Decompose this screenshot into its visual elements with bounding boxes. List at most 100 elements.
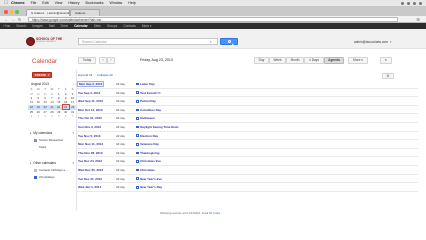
agenda-date[interactable]: Thu Oct 31, 2013: [78, 116, 102, 120]
menu-help[interactable]: Help: [128, 1, 135, 5]
gbar-more[interactable]: More ▾: [142, 24, 152, 28]
mini-calendar-day[interactable]: 1: [28, 114, 35, 118]
back-icon[interactable]: ←: [4, 17, 8, 22]
menu-chrome[interactable]: Chrome: [11, 1, 25, 5]
account-email[interactable]: admin@stuccolabs.com: [354, 40, 388, 44]
mini-calendar-day[interactable]: 3: [42, 114, 49, 118]
view-week-button[interactable]: Week: [269, 57, 286, 64]
gbar-mail[interactable]: Mail: [49, 24, 55, 28]
mini-calendar-day[interactable]: 4: [49, 114, 56, 118]
gbar-calendar[interactable]: Calendar: [74, 24, 88, 28]
today-button[interactable]: Today: [78, 57, 96, 64]
gbar-plus-you[interactable]: +You: [3, 24, 10, 28]
mini-calendar-day[interactable]: 2: [35, 114, 42, 118]
settings-button[interactable]: ⚙: [382, 73, 394, 79]
other-calendars-menu-icon[interactable]: ▾: [72, 161, 74, 165]
calendar-color-swatch[interactable]: [34, 175, 37, 179]
search-button[interactable]: [220, 38, 238, 45]
gbar-images[interactable]: Images: [32, 24, 42, 28]
agenda-date[interactable]: Wed Sep 11, 2013: [78, 99, 103, 103]
agenda-date[interactable]: Mon Oct 14, 2013: [78, 108, 103, 112]
calendar-item-birthdays[interactable]: Contacts' birthdays a...: [34, 168, 67, 172]
prev-button[interactable]: ‹: [99, 57, 107, 64]
next-button[interactable]: ›: [107, 57, 115, 64]
calendar-item-tasks[interactable]: Tasks: [39, 145, 46, 149]
agenda-event[interactable]: Election Day: [136, 134, 158, 138]
view-4days-button[interactable]: 4 Days: [304, 57, 324, 64]
mini-calendar-day[interactable]: 7: [69, 114, 76, 118]
agenda-event[interactable]: Test Event2 !!!: [136, 91, 161, 95]
my-calendars-menu-icon[interactable]: ▾: [72, 131, 74, 135]
more-button[interactable]: More ▾: [348, 57, 368, 64]
view-day-button[interactable]: Day: [254, 57, 269, 64]
view-month-button[interactable]: Month: [286, 57, 304, 64]
menu-view[interactable]: View: [55, 1, 63, 5]
status-icon[interactable]: [401, 1, 404, 5]
menu-file[interactable]: File: [31, 1, 37, 5]
agenda-date[interactable]: Mon Sep 2, 2013: [77, 81, 105, 87]
collapse-all-link[interactable]: Collapse All: [97, 73, 113, 77]
gbar-sites[interactable]: Sites: [94, 24, 101, 28]
chevron-left-icon[interactable]: ‹: [73, 82, 74, 86]
gbar-contacts[interactable]: Contacts: [123, 24, 136, 28]
browser-tab-calendar-2[interactable]: Calend...: [70, 9, 100, 16]
agenda-event[interactable]: New Year's Day: [136, 185, 162, 189]
calendar-item-us-holidays[interactable]: US Holidays: [34, 175, 54, 179]
forward-icon[interactable]: →: [11, 17, 15, 22]
agenda-event[interactable]: Thanksgiving: [136, 151, 159, 155]
agenda-event[interactable]: New Year's Eve: [136, 177, 162, 181]
view-agenda-button[interactable]: Agenda: [324, 57, 344, 64]
look-for-more-link[interactable]: Look for more: [202, 211, 221, 215]
agenda-event[interactable]: Labor Day: [136, 82, 155, 86]
create-button[interactable]: CREATE ▾: [32, 72, 52, 78]
agenda-event[interactable]: Daylight Saving Time Ends: [136, 125, 179, 129]
agenda-date[interactable]: Tue Nov 5, 2013: [78, 134, 100, 138]
zoom-window-icon[interactable]: [15, 10, 19, 14]
address-bar[interactable]: https://www.google.com/calendar/render?t…: [28, 17, 398, 22]
agenda-date[interactable]: Thu Nov 28, 2013: [78, 151, 103, 155]
minimize-window-icon[interactable]: [9, 10, 13, 14]
search-icon[interactable]: [419, 1, 422, 5]
gbar-search[interactable]: Search: [16, 24, 26, 28]
expand-all-link[interactable]: Expand All: [78, 73, 92, 77]
agenda-event[interactable]: Christmas: [136, 168, 155, 172]
status-icon[interactable]: [413, 1, 416, 5]
search-options-icon[interactable]: ▾: [210, 40, 212, 44]
browser-menu-icon[interactable]: ☰: [416, 17, 420, 22]
mini-calendar-day[interactable]: 5: [55, 114, 62, 118]
other-calendars-toggle[interactable]: ▾ Other calendars ▾: [30, 161, 74, 165]
agenda-event[interactable]: Halloween: [136, 116, 155, 120]
agenda-date[interactable]: Tue Sep 3, 2013: [78, 91, 100, 95]
agenda-event[interactable]: Christmas Eve: [136, 159, 161, 163]
agenda-date[interactable]: Tue Dec 24, 2013: [78, 159, 102, 163]
gbar-groups[interactable]: Groups: [107, 24, 117, 28]
calendar-color-swatch[interactable]: [34, 168, 37, 172]
agenda-event[interactable]: Patriot Day: [136, 99, 156, 103]
account-dropdown-icon[interactable]: ▾: [390, 40, 392, 44]
browser-tab-calendar[interactable]: G Calend... | admin@stuccolabs.com: [26, 9, 70, 16]
reload-icon[interactable]: ↻: [18, 17, 21, 22]
agenda-event[interactable]: Veterans Day: [136, 142, 159, 146]
gbar-drive[interactable]: Drive: [61, 24, 68, 28]
agenda-date[interactable]: Mon Nov 11, 2013: [78, 142, 103, 146]
search-calendar-input[interactable]: Search Calendar: [78, 38, 218, 45]
mini-calendar-day[interactable]: 6: [62, 114, 69, 118]
agenda-event[interactable]: Columbus Day: [136, 108, 161, 112]
calendar-color-swatch[interactable]: [34, 138, 37, 142]
school-logo[interactable]: SCHOOL OF THE SCHOOL DISTRICT: [26, 37, 72, 47]
menu-edit[interactable]: Edit: [42, 1, 48, 5]
menu-history[interactable]: History: [68, 1, 79, 5]
apple-icon[interactable]: : [4, 0, 11, 6]
my-calendars-toggle[interactable]: ▾ My calendars ▾: [30, 131, 74, 135]
refresh-button[interactable]: ↻: [380, 57, 392, 64]
menu-window[interactable]: Window: [110, 1, 123, 5]
agenda-date[interactable]: Wed Jan 1, 2014: [78, 185, 101, 189]
agenda-date[interactable]: Wed Dec 25, 2013: [78, 168, 103, 172]
agenda-row: Mon Sep 2, 2013 All day Labor Day: [76, 80, 418, 89]
menu-bookmarks[interactable]: Bookmarks: [86, 1, 104, 5]
calendar-item-smarm[interactable]: Smarm Researcher: [34, 138, 63, 142]
agenda-date[interactable]: Sun Nov 3, 2013: [78, 125, 101, 129]
close-window-icon[interactable]: [4, 10, 8, 14]
agenda-date[interactable]: Tue Dec 31, 2013: [78, 177, 102, 181]
status-icon[interactable]: [407, 1, 410, 5]
